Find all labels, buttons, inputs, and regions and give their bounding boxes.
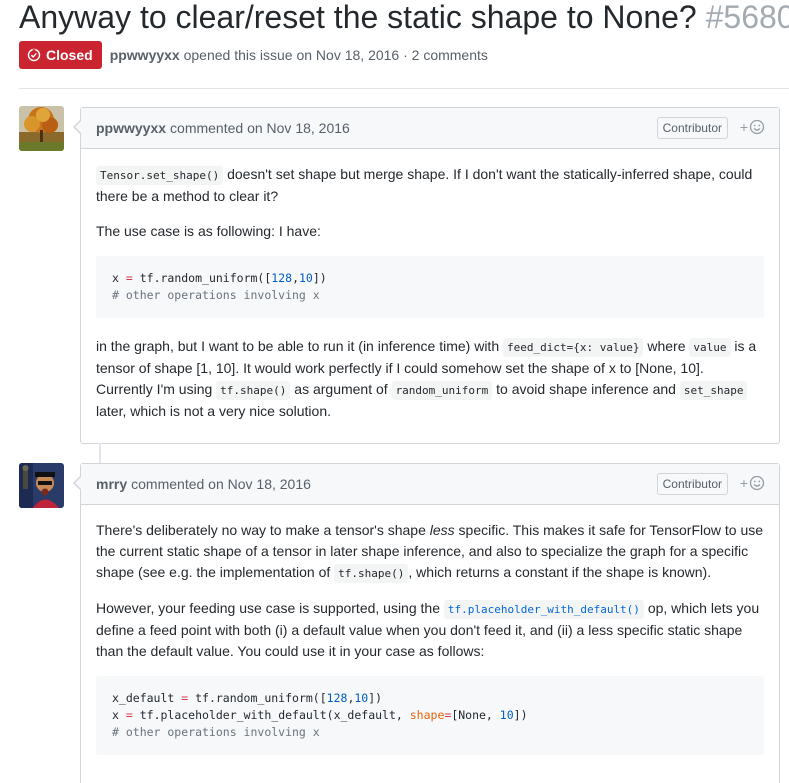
contributor-badge: Contributor bbox=[656, 117, 728, 139]
reaction-plus: + bbox=[739, 475, 748, 491]
add-reaction-button[interactable]: + bbox=[740, 119, 765, 135]
issue-author-link[interactable]: ppwwyyxx bbox=[110, 47, 180, 63]
reaction-plus: + bbox=[739, 119, 748, 135]
comment-paragraph: in the graph, but I want to be able to r… bbox=[96, 338, 757, 419]
comment-header: mrry commented on Nov 18, 2016 Contributo… bbox=[81, 464, 779, 505]
comment-paragraph: There's deliberately no way to make a te… bbox=[96, 520, 764, 584]
code-block: x_default = tf.random_uniform([128,10]) … bbox=[96, 676, 764, 755]
issue-meta: Closed ppwwyyxx opened this issue on Nov… bbox=[19, 41, 488, 69]
inline-code: tf.shape() bbox=[216, 381, 291, 400]
smiley-icon bbox=[749, 475, 765, 491]
comment-body: There's deliberately no way to make a te… bbox=[81, 505, 779, 783]
code-block: x = tf.random_uniform([128,10]) # other … bbox=[96, 256, 764, 318]
comment-date[interactable]: commented on Nov 18, 2016 bbox=[170, 120, 350, 136]
inline-code: Tensor.set_shape() bbox=[96, 166, 224, 185]
avatar-person-image bbox=[19, 463, 64, 508]
inline-code: feed_dict={x: value} bbox=[503, 338, 644, 357]
comment-body: Tensor.set_shape() doesn't set shape but… bbox=[81, 149, 779, 446]
status-badge: Closed bbox=[19, 41, 102, 69]
inline-code: random_uniform bbox=[391, 381, 493, 400]
contributor-badge: Contributor bbox=[656, 473, 728, 495]
issue-opened-info: ppwwyyxx opened this issue on Nov 18, 20… bbox=[110, 47, 488, 63]
inline-code: set_shape bbox=[679, 381, 748, 400]
issue-title-text: Anyway to clear/reset the static shape t… bbox=[19, 0, 697, 35]
smiley-icon bbox=[749, 119, 765, 135]
comment-date[interactable]: commented on Nov 18, 2016 bbox=[131, 476, 311, 492]
inline-code: tf.shape() bbox=[334, 564, 409, 583]
inline-code: value bbox=[689, 338, 731, 357]
avatar[interactable] bbox=[19, 106, 64, 151]
comment-author-link[interactable]: mrry bbox=[96, 476, 127, 492]
header-divider bbox=[19, 88, 789, 89]
avatar-autumn-tree-image bbox=[19, 106, 64, 151]
inline-code-link[interactable]: tf.placeholder_with_default() bbox=[443, 600, 644, 619]
comment-paragraph: The use case is as following: I have: bbox=[96, 223, 321, 239]
issue-closed-icon bbox=[27, 48, 41, 62]
issue-title: Anyway to clear/reset the static shape t… bbox=[19, 0, 789, 37]
comment-header: ppwwyyxx commented on Nov 18, 2016 Contri… bbox=[81, 108, 779, 149]
comment-ppwwyyxx: ppwwyyxx commented on Nov 18, 2016 Contri… bbox=[73, 107, 780, 446]
comment-paragraph: However, your feeding use case is suppor… bbox=[96, 600, 760, 659]
issue-opened-text: opened this issue on Nov 18, 2016 · 2 co… bbox=[183, 47, 488, 63]
avatar[interactable] bbox=[19, 463, 64, 508]
add-reaction-button[interactable]: + bbox=[740, 475, 765, 491]
issue-number: #5680 bbox=[705, 0, 789, 35]
comment-author-link[interactable]: ppwwyyxx bbox=[96, 120, 166, 136]
comment-paragraph: Tensor.set_shape() doesn't set shape but… bbox=[96, 164, 764, 207]
status-label: Closed bbox=[46, 47, 93, 63]
comment-mrry: mrry commented on Nov 18, 2016 Contributo… bbox=[73, 463, 780, 783]
timeline-connector bbox=[99, 443, 101, 463]
